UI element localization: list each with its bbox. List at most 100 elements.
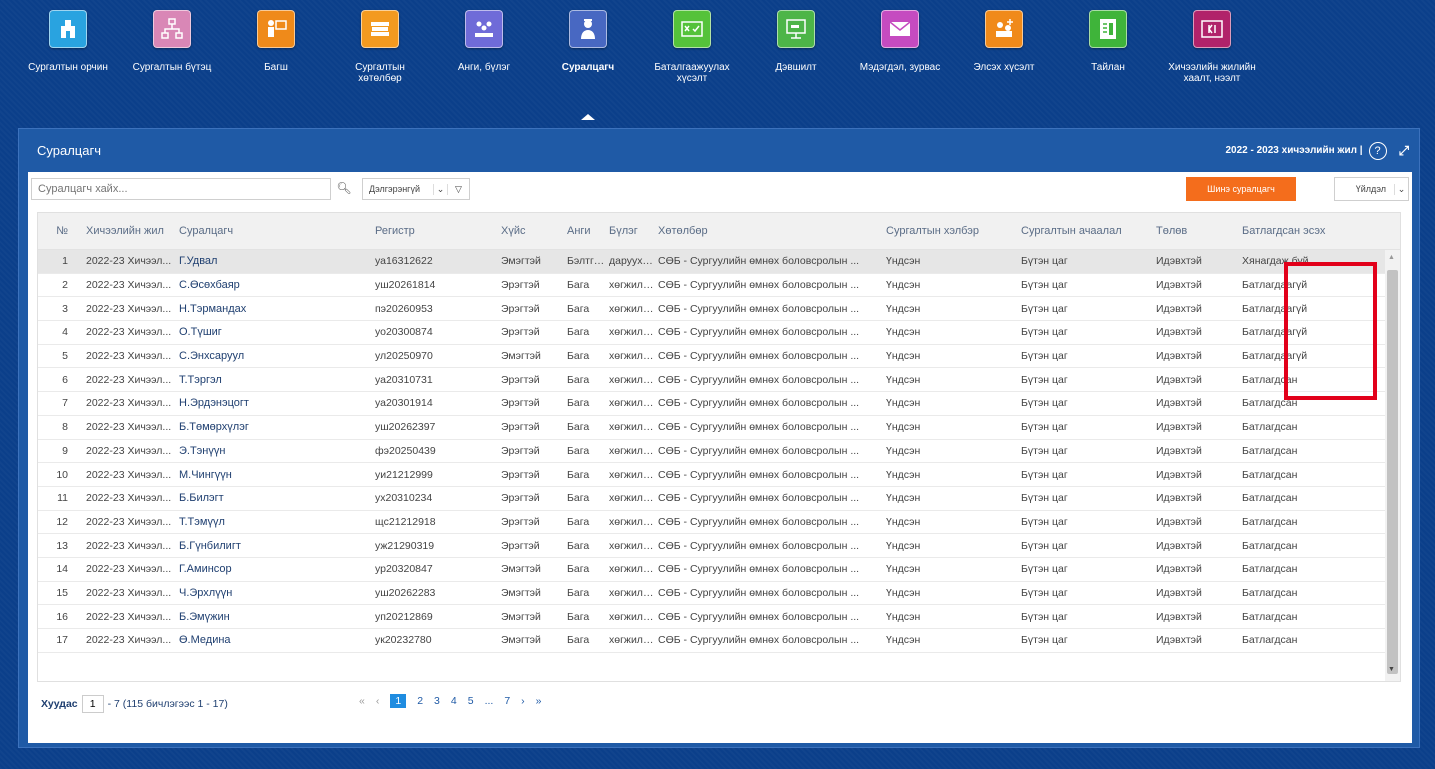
page-number-input[interactable] xyxy=(81,695,104,713)
column-header-num[interactable]: № xyxy=(38,225,86,237)
column-header-form[interactable]: Сургалтын хэлбэр xyxy=(886,225,1021,237)
cell-form: Үндсэн xyxy=(886,373,921,386)
page-link[interactable]: 4 xyxy=(451,695,457,707)
column-header-year[interactable]: Хичээлийн жил xyxy=(86,225,179,237)
cell-student[interactable]: С.Өсөхбаяр xyxy=(179,279,375,291)
nav-item-11[interactable]: Хичээлийн жилийн хаалт, нээлт xyxy=(1160,0,1264,118)
column-header-student[interactable]: Суралцагч xyxy=(179,225,375,237)
nav-item-0[interactable]: Сургалтын орчин xyxy=(16,0,120,118)
column-header-load[interactable]: Сургалтын ачаалал xyxy=(1021,225,1156,237)
nav-item-10[interactable]: Тайлан xyxy=(1056,0,1160,118)
cell-status: Идэвхтэй xyxy=(1156,279,1202,292)
page-link[interactable]: 2 xyxy=(417,695,423,707)
expand-icon[interactable]: ⤢ xyxy=(1399,143,1409,159)
cell-student[interactable]: Б.Гүнбилигт xyxy=(179,540,375,552)
students-table: № Хичээлийн жил Суралцагч Регистр Хүйс А… xyxy=(37,212,1401,682)
scrollbar-thumb[interactable] xyxy=(1387,270,1398,674)
nav-item-7[interactable]: Дэвшилт xyxy=(744,0,848,118)
cell-student[interactable]: Э.Тэнүүн xyxy=(179,445,375,457)
table-row[interactable]: 13 2022-23 Хичээл... Б.Гүнбилигт уж21290319… xyxy=(38,534,1400,558)
filter-icon[interactable]: ▽ xyxy=(447,183,469,195)
table-row[interactable]: 16 2022-23 Хичээл... Б.Эмүжин уп20212869 Эмэ… xyxy=(38,605,1400,629)
help-icon[interactable]: ? xyxy=(1368,141,1387,160)
last-page-icon[interactable]: » xyxy=(536,695,542,707)
page-link[interactable]: 1 xyxy=(390,694,407,708)
column-header-program[interactable]: Хөтөлбөр xyxy=(658,225,886,237)
panel-header-right: 2022 - 2023 хичээлийн жил | ? ⤢ xyxy=(1225,141,1409,160)
column-header-confirmed[interactable]: Батлагдсан эсэх xyxy=(1242,226,1334,237)
table-row[interactable]: 8 2022-23 Хичээл... Б.Төмөрхүлэг уш20262397… xyxy=(38,416,1400,440)
structure-icon xyxy=(153,10,191,48)
table-row[interactable]: 6 2022-23 Хичээл... Т.Тэргэл уа20310731 Эрэг… xyxy=(38,368,1400,393)
cell-student[interactable]: Т.Тэмүүл xyxy=(179,516,375,528)
prev-page-icon[interactable]: ‹ xyxy=(376,695,380,707)
table-row[interactable]: 17 2022-23 Хичээл... Ө.Медина ук20232780 Эмэ… xyxy=(38,629,1400,653)
cell-program: СӨБ - Сургуулийн өмнөх боловсролын ... xyxy=(658,444,860,457)
cell-student[interactable]: Г.Удвал xyxy=(179,255,375,267)
vertical-scrollbar[interactable]: ▲ ▼ xyxy=(1385,250,1400,681)
search-input[interactable] xyxy=(38,183,308,195)
table-row[interactable]: 7 2022-23 Хичээл... Н.Эрдэнэцогт уа20301914… xyxy=(38,392,1400,416)
page-link[interactable]: 7 xyxy=(504,695,510,707)
page-link[interactable]: 5 xyxy=(468,695,474,707)
column-header-group[interactable]: Бүлэг xyxy=(609,225,658,237)
cell-student[interactable]: Ч.Эрхлүүн xyxy=(179,587,375,599)
nav-item-9[interactable]: Элсэх хүсэлт xyxy=(952,0,1056,118)
cell-student[interactable]: Г.Аминсор xyxy=(179,563,375,575)
cell-student[interactable]: Н.Тэрмандах xyxy=(179,303,375,315)
chevron-down-icon[interactable]: ⌄ xyxy=(1394,183,1408,195)
cell-form: Үндсэн xyxy=(886,563,921,576)
table-row[interactable]: 15 2022-23 Хичээл... Ч.Эрхлүүн уш20262283 Эм… xyxy=(38,582,1400,606)
cell-group: хөгжилт... xyxy=(609,563,656,576)
nav-item-3[interactable]: Сургалтын хөтөлбөр xyxy=(328,0,432,118)
table-row[interactable]: 1 2022-23 Хичээл... Г.Удвал уа16312622 Эмэгт… xyxy=(38,250,1400,274)
column-header-class[interactable]: Анги xyxy=(567,225,609,237)
table-row[interactable]: 9 2022-23 Хичээл... Э.Тэнүүн фэ20250439 Эрэг… xyxy=(38,440,1400,464)
scroll-up-icon[interactable]: ▲ xyxy=(1388,254,1395,261)
cell-student[interactable]: С.Энхсаруул xyxy=(179,350,375,362)
table-row[interactable]: 5 2022-23 Хичээл... С.Энхсаруул ул20250970 Э… xyxy=(38,345,1400,369)
first-page-icon[interactable]: « xyxy=(359,695,365,707)
nav-item-1[interactable]: Сургалтын бүтэц xyxy=(120,0,224,118)
cell-register: уо20300874 xyxy=(375,326,433,339)
nav-item-6[interactable]: Баталгаажуулах хүсэлт xyxy=(640,0,744,118)
new-student-button[interactable]: Шинэ суралцагч xyxy=(1186,177,1296,201)
cell-class: Бага xyxy=(567,444,590,457)
nav-item-2[interactable]: Багш xyxy=(224,0,328,118)
cell-student[interactable]: Ө.Медина xyxy=(179,634,375,646)
cell-student[interactable]: Б.Төмөрхүлэг xyxy=(179,421,375,433)
nav-item-4[interactable]: Анги, бүлэг xyxy=(432,0,536,118)
table-row[interactable]: 3 2022-23 Хичээл... Н.Тэрмандах пэ20260953 Э… xyxy=(38,297,1400,322)
table-row[interactable]: 10 2022-23 Хичээл... М.Чингүүн уи21212999 Эр… xyxy=(38,463,1400,487)
table-row[interactable]: 14 2022-23 Хичээл... Г.Аминсор ур20320847 Эм… xyxy=(38,558,1400,582)
table-row[interactable]: 4 2022-23 Хичээл... О.Түшиг уо20300874 Эрэгт… xyxy=(38,321,1400,345)
cell-student[interactable]: М.Чингүүн xyxy=(179,469,375,481)
column-header-register[interactable]: Регистр xyxy=(375,225,501,237)
column-header-status[interactable]: Төлөв xyxy=(1156,225,1242,237)
cell-form: Үндсэн xyxy=(886,421,921,434)
table-row[interactable]: 11 2022-23 Хичээл... Б.Билэгт ух20310234 Эрэ… xyxy=(38,487,1400,511)
action-dropdown[interactable]: Үйлдэл ⌄ xyxy=(1334,177,1409,201)
cell-student[interactable]: Т.Тэргэл xyxy=(179,374,375,386)
table-row[interactable]: 2 2022-23 Хичээл... С.Өсөхбаяр уш20261814 Эр… xyxy=(38,274,1400,298)
cell-student[interactable]: Б.Эмүжин xyxy=(179,611,375,623)
next-page-icon[interactable]: › xyxy=(521,695,525,707)
cell-confirmed: Батлагдсан xyxy=(1242,610,1298,623)
search-icon[interactable]: 🔍︎ xyxy=(332,177,356,199)
cell-student[interactable]: Н.Эрдэнэцогт xyxy=(179,397,375,409)
cell-confirmed: Батлагдаагүй xyxy=(1242,326,1308,339)
nav-item-8[interactable]: Мэдэгдэл, зурвас xyxy=(848,0,952,118)
cell-student[interactable]: Б.Билэгт xyxy=(179,492,375,504)
chevron-down-icon[interactable]: ⌄ xyxy=(433,183,447,195)
scroll-down-icon[interactable]: ▼ xyxy=(1388,666,1395,673)
detail-filter-dropdown[interactable]: Дэлгэрэнгүй ⌄ ▽ xyxy=(362,178,470,200)
cell-load: Бүтэн цаг xyxy=(1021,279,1068,292)
column-header-sex[interactable]: Хүйс xyxy=(501,225,567,237)
cell-student[interactable]: О.Түшиг xyxy=(179,326,375,338)
cell-num: 9 xyxy=(62,444,68,457)
search-box[interactable] xyxy=(31,178,331,200)
cell-num: 14 xyxy=(56,563,68,576)
nav-item-5[interactable]: Суралцагч xyxy=(536,0,640,118)
page-link[interactable]: 3 xyxy=(434,695,440,707)
table-row[interactable]: 12 2022-23 Хичээл... Т.Тэмүүл щс21212918 Эрэ… xyxy=(38,511,1400,535)
